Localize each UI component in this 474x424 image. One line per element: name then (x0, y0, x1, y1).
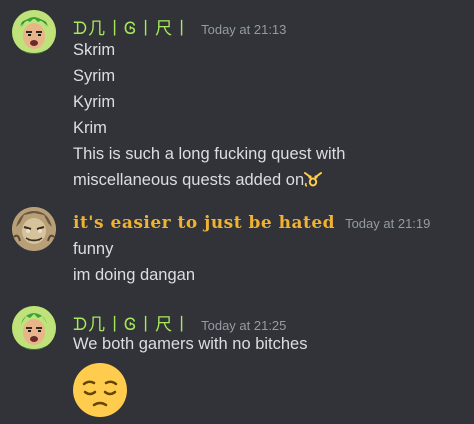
avatar[interactable] (12, 10, 56, 54)
message-line: im doing dangan (73, 266, 196, 284)
timestamp[interactable]: Today at 21:25 (201, 318, 286, 333)
author-name[interactable]: ᗪ几丨Ꮆ丨尺丨 (73, 14, 191, 39)
message-line: Skrim (73, 41, 116, 59)
message-header: ᗪ几丨Ꮆ丨尺丨 Today at 21:13 (73, 14, 286, 39)
message-header: it's easier to just be hated Today at 21… (73, 213, 430, 235)
timestamp[interactable]: Today at 21:13 (201, 22, 286, 37)
zoro-avatar-icon (12, 10, 56, 54)
message-line: funny (73, 240, 114, 258)
message-line-with-emoji: miscellaneous quests added on (73, 170, 323, 190)
message-line: This is such a long fucking quest with (73, 145, 346, 163)
zoro-avatar-icon (12, 306, 56, 350)
avatar[interactable] (12, 306, 56, 350)
pensive-face-emoji-icon (73, 363, 127, 417)
message-line: Kyrim (73, 93, 116, 111)
timestamp[interactable]: Today at 21:19 (345, 216, 430, 231)
message-line: Syrim (73, 67, 116, 85)
shocked-face-emoji-icon (304, 172, 323, 187)
sketch-character-avatar-icon (12, 207, 56, 251)
message-line: We both gamers with no bitches (73, 335, 308, 353)
author-name[interactable]: ᗪ几丨Ꮆ丨尺丨 (73, 310, 191, 335)
message-header: ᗪ几丨Ꮆ丨尺丨 Today at 21:25 (73, 310, 286, 335)
avatar[interactable] (12, 207, 56, 251)
message-line: Krim (73, 119, 107, 137)
author-name[interactable]: it's easier to just be hated (73, 213, 335, 233)
message-text: miscellaneous quests added on (73, 171, 305, 189)
